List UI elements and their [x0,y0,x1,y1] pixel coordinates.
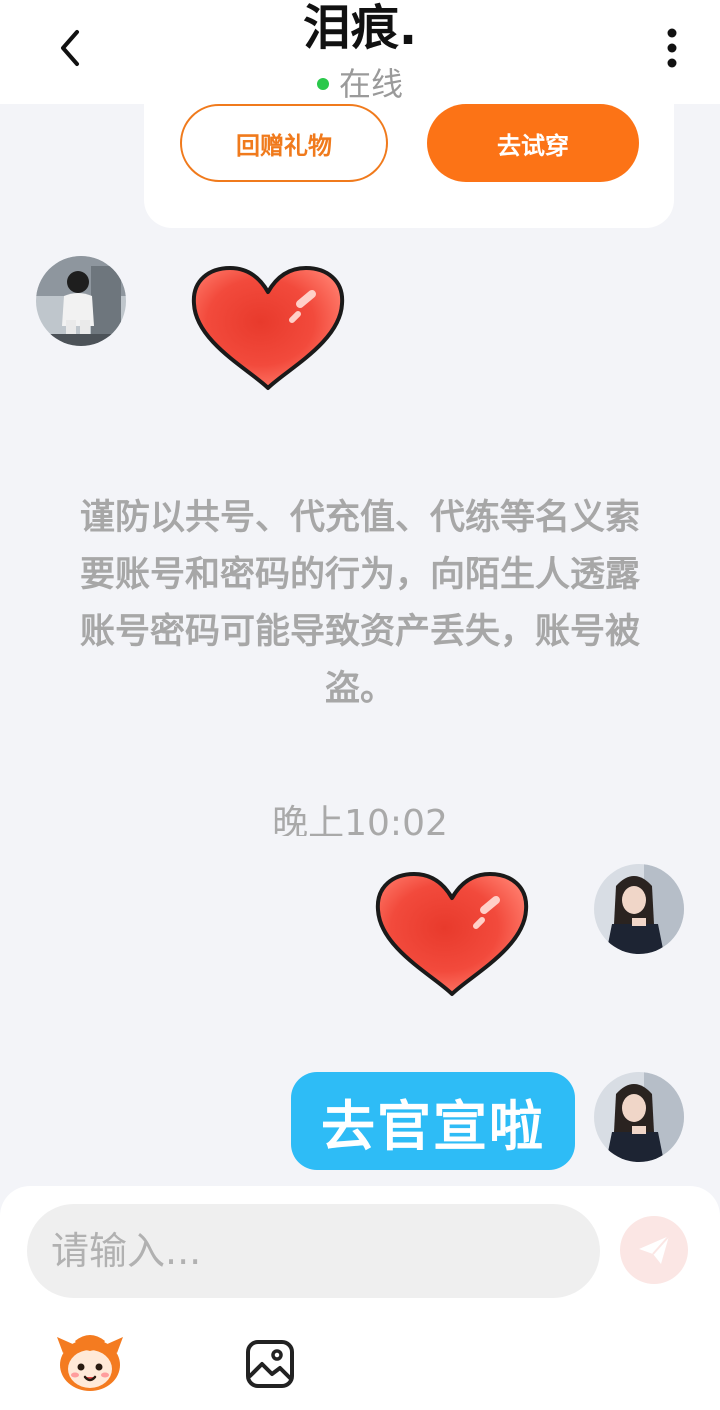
message-sticker[interactable] [372,870,532,1002]
page-title: 泪痕. [302,0,418,56]
mascot-emoji-icon [57,1335,123,1391]
try-on-button[interactable]: 去试穿 [427,104,639,182]
self-avatar[interactable] [594,1072,684,1162]
image-button[interactable] [240,1334,300,1394]
send-button[interactable] [620,1216,688,1284]
status-text: 在线 [338,65,403,103]
return-gift-button[interactable]: 回赠礼物 [180,104,388,182]
online-status: 在线 [0,64,720,104]
safety-notice: 谨防以共号、代充值、代练等名义索要账号和密码的行为，向陌生人透露账号密码可能导致… [79,498,640,709]
heart-icon [191,266,345,390]
input-panel [0,1186,720,1410]
more-vertical-icon [667,28,677,68]
avatar-image [594,1072,684,1162]
avatar-image [594,864,684,954]
heart-icon [375,872,529,996]
image-icon [246,1340,294,1388]
contact-avatar[interactable] [36,256,126,346]
emoji-button[interactable] [55,1331,125,1395]
online-dot-icon [316,78,329,90]
more-button[interactable] [650,22,694,74]
avatar-image [36,256,126,346]
self-avatar[interactable] [594,864,684,954]
message-timestamp: 晚上10:02 [272,803,448,836]
send-icon [639,1235,670,1264]
message-input[interactable] [27,1204,600,1298]
chat-header: 泪痕. 在线 [0,0,720,104]
message-sticker[interactable] [188,264,348,396]
message-bubble[interactable]: 去官宣啦 [291,1072,575,1170]
